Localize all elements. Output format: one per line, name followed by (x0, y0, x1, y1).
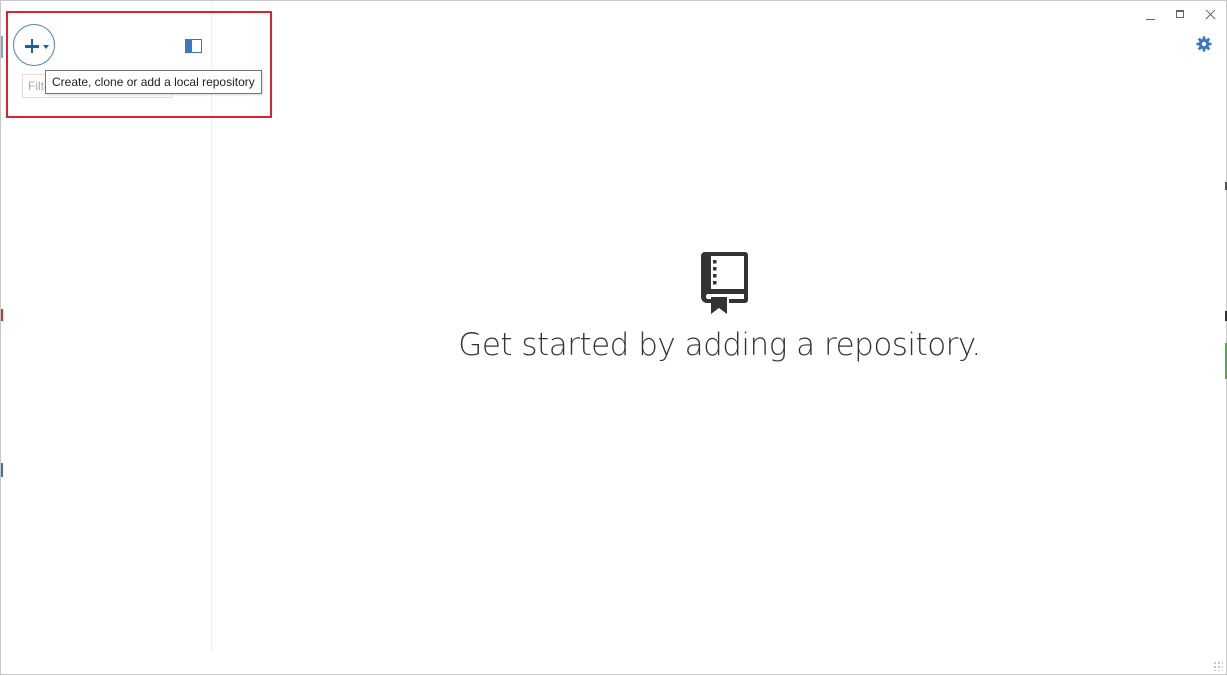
empty-state: Get started by adding a repository. (212, 1, 1227, 676)
empty-state-message: Get started by adding a repository. (458, 327, 981, 363)
plus-icon (25, 39, 39, 53)
resize-grip[interactable] (1213, 661, 1223, 671)
collapse-sidebar-button[interactable] (185, 39, 202, 53)
sidebar-toggle-icon (186, 40, 192, 52)
app-window: Create, clone or add a local repository … (0, 0, 1227, 675)
add-repository-button[interactable] (13, 24, 55, 66)
repo-book-icon (701, 252, 748, 314)
repository-sidebar (2, 2, 212, 652)
chevron-down-icon (43, 45, 49, 49)
